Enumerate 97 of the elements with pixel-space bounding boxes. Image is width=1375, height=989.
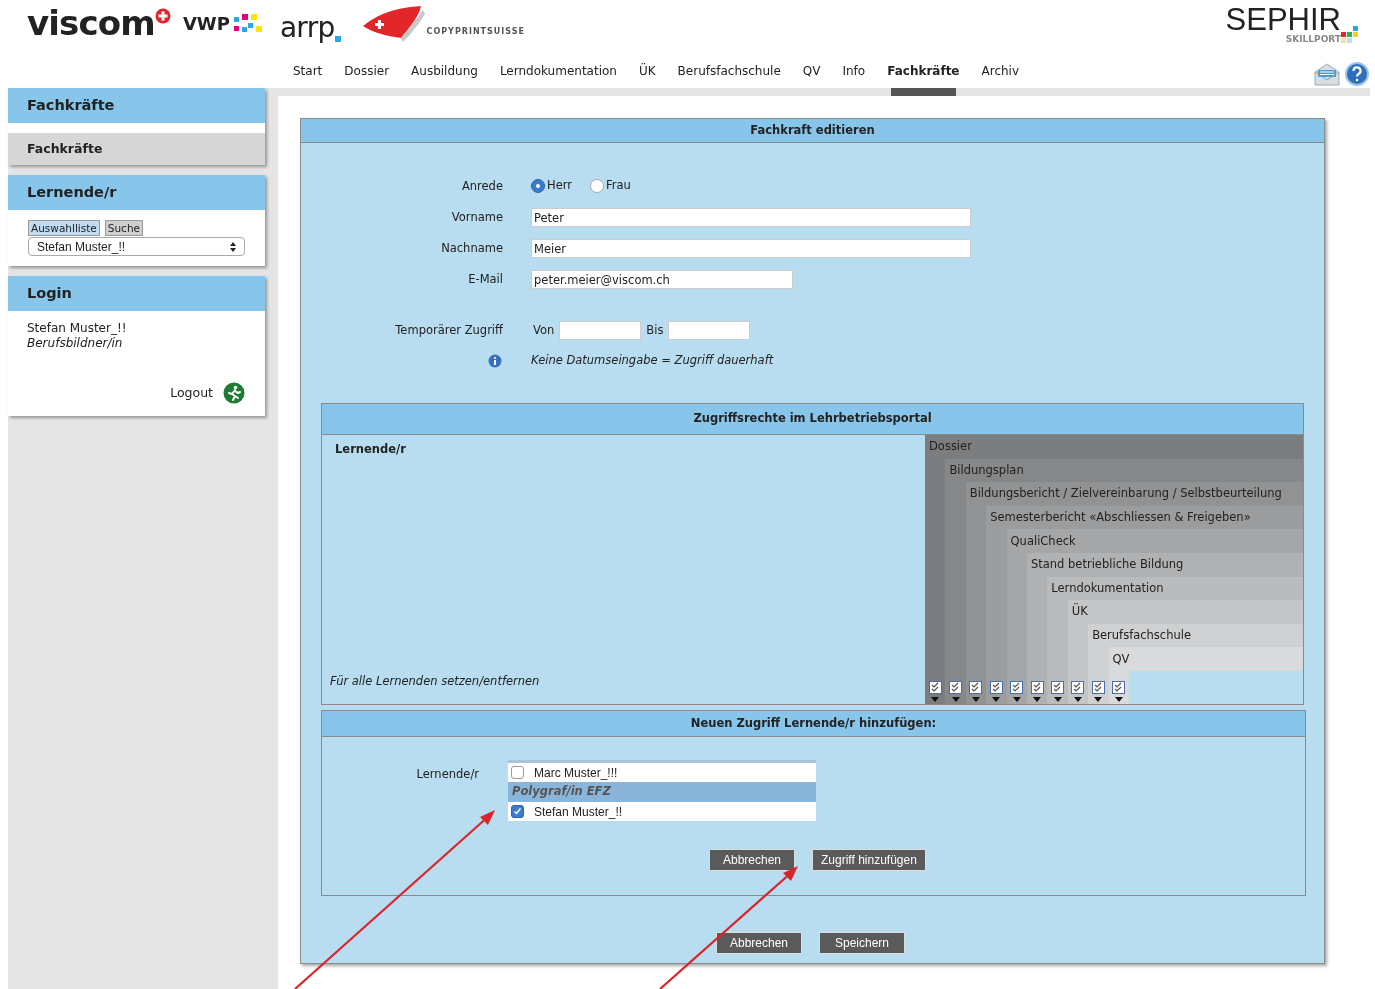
sidebar-tab[interactable]: Auswahlliste <box>28 220 100 236</box>
text-field[interactable]: peter.meier@viscom.ch <box>531 270 793 289</box>
select-arrows-icon <box>230 241 236 252</box>
user-role: Berufsbildner/in <box>27 336 124 351</box>
square-icon <box>334 36 341 42</box>
text-field[interactable]: Meier <box>531 239 971 258</box>
learner-option[interactable]: Marc Muster_!!! <box>508 763 816 782</box>
check-all-icon[interactable] <box>1071 681 1085 694</box>
swiss-cross-icon <box>154 8 171 24</box>
nav-tab[interactable]: Lerndokumentation <box>495 62 621 96</box>
caret-icon[interactable] <box>1094 697 1103 702</box>
check-all-icon[interactable] <box>1030 681 1044 694</box>
field-label: Vorname <box>450 208 503 226</box>
text-field[interactable]: Peter <box>531 208 971 227</box>
caret-icon[interactable] <box>1033 697 1042 702</box>
column-header: Lernende/r <box>334 441 407 458</box>
check-all-icon[interactable] <box>949 681 963 694</box>
checkmark-icon <box>513 807 522 816</box>
permission-column-header: Stand betriebliche Bildung <box>1026 552 1303 577</box>
hint-text: Keine Datumseingabe = Zugriff dauerhaft <box>531 352 775 370</box>
nav-tab[interactable]: Start <box>289 62 327 96</box>
logo-text: viscom <box>27 6 155 40</box>
radio-button[interactable] <box>531 178 545 193</box>
radio-option[interactable]: Frau <box>590 176 631 195</box>
section-title: Neuen Zugriff Lernende/r hinzufügen: <box>322 711 1305 737</box>
field-label: E-Mail <box>467 270 503 288</box>
sidebar-tab[interactable]: Suche <box>104 220 143 236</box>
check-all-icon[interactable] <box>1112 681 1126 694</box>
check-all-icon[interactable] <box>928 681 942 694</box>
check-all-icon[interactable] <box>989 681 1003 694</box>
logo-subtitle: SKILLPORT <box>1285 35 1341 44</box>
caret-icon[interactable] <box>1053 697 1062 702</box>
panel-title: Fachkraft editieren <box>301 119 1324 143</box>
action-button[interactable]: Abbrechen <box>709 849 795 871</box>
check-all-icon[interactable] <box>969 681 983 694</box>
permission-column-header: Bildungsplan <box>945 458 1303 483</box>
field-label: Temporärer Zugriff <box>394 321 503 339</box>
caret-icon[interactable] <box>971 697 980 702</box>
action-button[interactable]: Speichern <box>819 932 905 954</box>
nav-tab[interactable]: Info <box>838 62 870 96</box>
logo-text: VWP <box>182 15 230 33</box>
permission-column-header: Bildungsbericht / Zielvereinbarung / Selbstbeurteilung <box>965 482 1303 506</box>
date-field[interactable] <box>668 321 751 340</box>
permission-column-header: Lerndokumentation <box>1047 576 1303 601</box>
nav-tab[interactable]: Archiv <box>977 62 1024 96</box>
nav-tab[interactable]: QV <box>798 62 825 96</box>
check-all-icon[interactable] <box>1091 681 1105 694</box>
help-icon[interactable] <box>1344 62 1370 86</box>
sidebar-item[interactable]: Fachkräfte <box>8 133 265 165</box>
caret-icon[interactable] <box>1012 697 1021 702</box>
field-label: Nachname <box>440 239 503 257</box>
color-squares-icon <box>1341 26 1359 44</box>
permission-column-header: QualiCheck <box>1006 529 1303 553</box>
action-button[interactable]: Zugriff hinzufügen <box>812 849 926 871</box>
check-all-icon[interactable] <box>1010 681 1024 694</box>
date-field[interactable] <box>559 321 642 340</box>
permission-column-header: QV <box>1108 647 1303 671</box>
section-header: Lernende/r <box>8 175 265 210</box>
nav-tab[interactable]: Dossier <box>340 62 394 96</box>
radio-button[interactable] <box>590 178 604 193</box>
group-header: Polygraf/in EFZ <box>508 782 816 802</box>
field-label: Bis <box>646 321 664 339</box>
action-button[interactable]: Abbrechen <box>716 932 802 954</box>
learner-option[interactable]: Stefan Muster_!! <box>508 802 816 821</box>
permission-column-header: ÜK <box>1067 600 1303 624</box>
logo-text: SEPHIR <box>1225 4 1341 35</box>
nav-tab[interactable]: Fachkräfte <box>883 62 964 96</box>
checkbox[interactable] <box>511 805 524 818</box>
nav-tab[interactable]: Ausbildung <box>407 62 482 96</box>
logout-link[interactable]: Logout <box>170 383 213 403</box>
field-label: Anrede <box>460 178 503 196</box>
radio-label: Frau <box>606 176 631 194</box>
mail-icon[interactable] <box>1314 62 1340 86</box>
radio-option[interactable]: Herr <box>531 176 572 195</box>
section-header: Fachkräfte <box>8 88 265 123</box>
checkbox[interactable] <box>511 766 524 779</box>
permission-column-header: Semesterbericht «Abschliessen & Freigeben» <box>986 505 1303 530</box>
caret-icon[interactable] <box>1114 697 1123 702</box>
section-header: Login <box>8 276 265 311</box>
learner-select[interactable]: Stefan Muster_!! <box>28 237 245 256</box>
footer-text: Für alle Lernenden setzen/entfernen <box>330 672 541 690</box>
permission-column-header: Dossier <box>925 435 1303 459</box>
user-name: Stefan Muster_!! <box>27 321 128 336</box>
logo-text: COPYPRINTSUISSE <box>426 26 525 38</box>
field-label: Von <box>533 321 555 339</box>
check-all-icon[interactable] <box>1051 681 1065 694</box>
caret-icon[interactable] <box>992 697 1001 702</box>
info-icon <box>488 354 502 368</box>
nav-tab[interactable]: ÜK <box>634 62 660 96</box>
radio-label: Herr <box>547 176 572 194</box>
section-title: Zugriffsrechte im Lehrbetriebsportal <box>322 404 1303 435</box>
field-label: Lernende/r <box>415 766 479 783</box>
nav-tab[interactable]: Berufsfachschule <box>673 62 785 96</box>
running-figure-icon[interactable] <box>223 382 245 404</box>
caret-icon[interactable] <box>1073 697 1082 702</box>
permission-column-header: Berufsfachschule <box>1088 623 1303 648</box>
logo-text: arrp <box>279 14 335 42</box>
